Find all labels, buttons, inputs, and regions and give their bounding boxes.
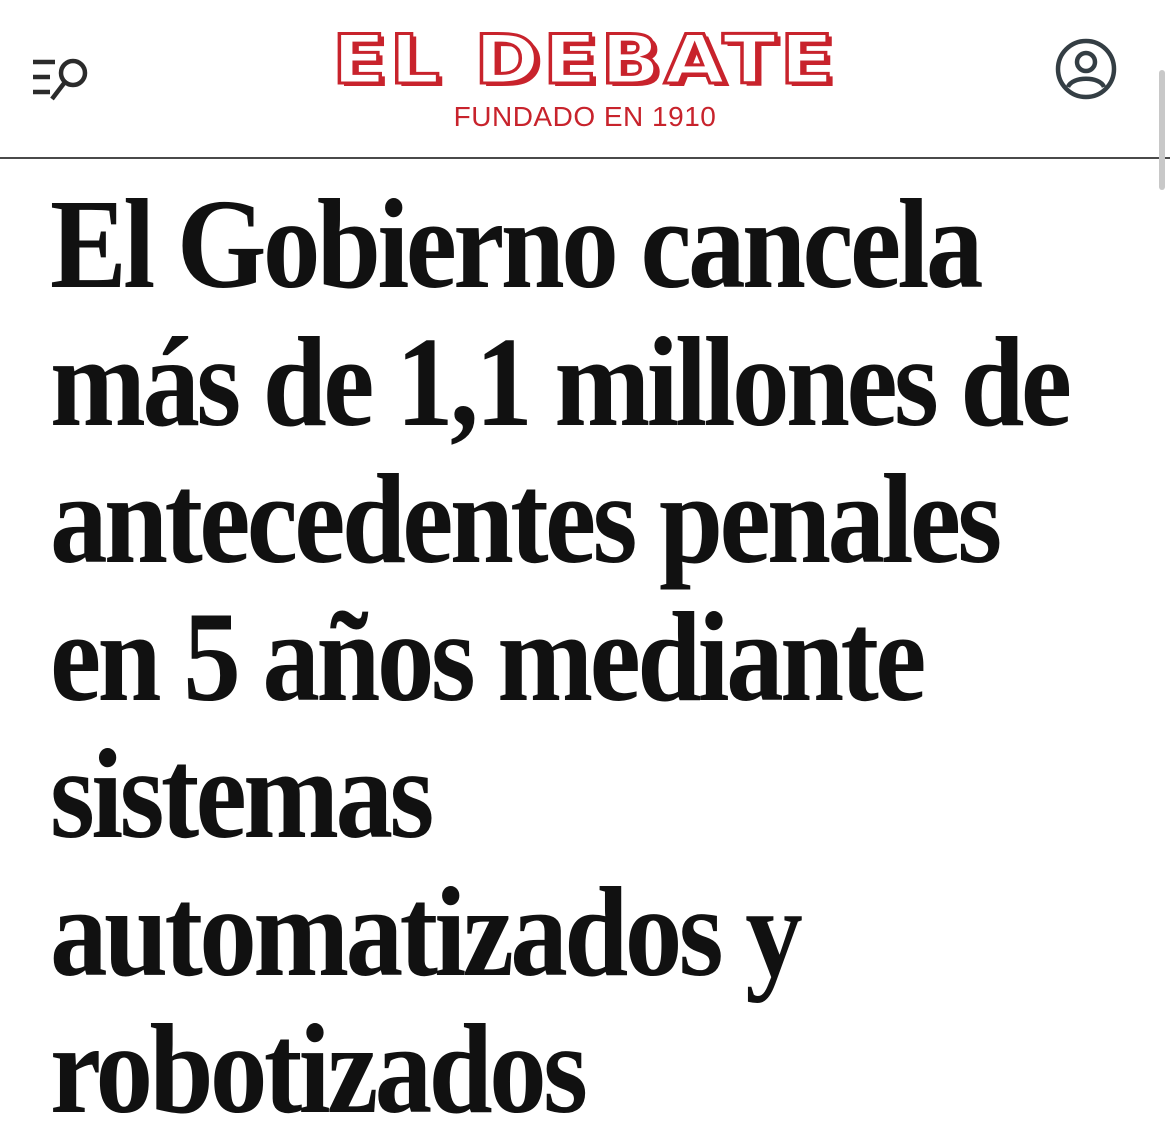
headline-line: antecedentes penales: [50, 448, 1002, 590]
headline-line: robotizados: [50, 998, 588, 1140]
logo-title: EL DEBATE: [331, 21, 838, 100]
account-icon: [1055, 38, 1117, 100]
scrollbar[interactable]: [1159, 70, 1165, 190]
headline-line: automatizados y: [50, 860, 803, 1003]
headline-line: sistemas: [50, 723, 434, 865]
headline-line: en 5 años mediante: [50, 585, 926, 728]
site-logo[interactable]: EL DEBATE: [0, 21, 1170, 100]
article-headline: El Gobierno cancela más de 1,1 millones …: [50, 173, 1072, 1140]
headline-line: más de 1,1 millones de: [50, 310, 1072, 453]
headline-line: El Gobierno cancela: [50, 173, 984, 315]
account-button[interactable]: [1053, 36, 1119, 102]
site-header: EL DEBATE FUNDADO EN 1910: [0, 0, 1170, 159]
logo-subtitle: FUNDADO EN 1910: [453, 101, 717, 132]
